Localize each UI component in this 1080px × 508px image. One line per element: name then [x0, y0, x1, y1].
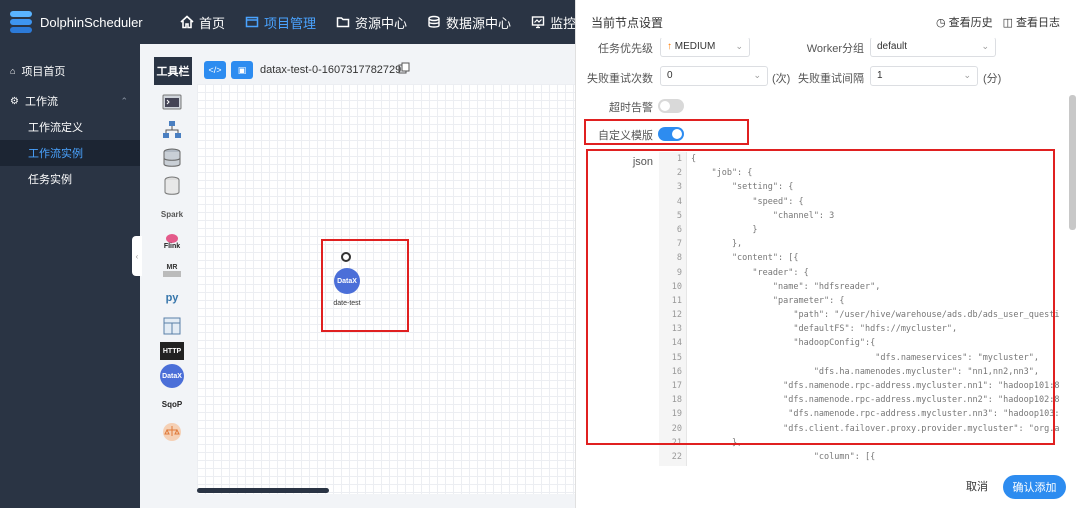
nav-datasource[interactable]: 数据源中心 — [417, 0, 521, 44]
highlight-box-json — [586, 149, 1055, 445]
horizontal-scrollbar[interactable] — [197, 488, 329, 493]
sidebar-item-workflow-definition[interactable]: 工作流定义 — [0, 114, 140, 140]
tool-procedure-icon[interactable] — [160, 146, 184, 170]
code-view-button[interactable]: </> — [204, 61, 226, 79]
workflow-name: datax-test-0-1607317782729 — [260, 64, 402, 76]
chevron-down-icon: ⌄ — [735, 41, 743, 51]
folder-icon — [336, 17, 350, 28]
node-label: date-test — [333, 300, 361, 307]
nav-home[interactable]: 首页 — [170, 0, 235, 44]
sidebar-item-task-instance[interactable]: 任务实例 — [0, 166, 140, 192]
priority-select[interactable]: ↑ MEDIUM ⌄ — [660, 37, 750, 57]
worker-group-value: default — [877, 41, 908, 52]
chevron-down-icon: ⌄ — [753, 70, 761, 80]
tool-sqoop-icon[interactable]: SqoP — [160, 392, 184, 416]
retry-times-unit: (次) — [772, 73, 791, 85]
tool-subprocess-icon[interactable] — [160, 118, 184, 142]
tool-flink-icon[interactable]: Flink — [160, 230, 184, 254]
view-log-label: 查看日志 — [1016, 17, 1060, 29]
sidebar-item-label: 工作流 — [24, 96, 58, 108]
sidebar-item-label: 任务实例 — [28, 174, 72, 186]
retry-times-label: 失败重试次数 — [587, 73, 653, 85]
home-icon: ⌂ — [10, 66, 16, 76]
main-nav: 首页 项目管理 资源中心 数据源中心 监控中心 — [170, 0, 612, 44]
sidebar-item-label: 项目首页 — [21, 66, 66, 78]
tool-dependent-icon[interactable] — [160, 314, 184, 338]
view-log-button[interactable]: ◫ 查看日志 — [1003, 14, 1060, 30]
worker-group-label: Worker分组 — [806, 43, 864, 55]
gear-icon: ⚙ — [10, 95, 19, 107]
panel-title: 当前节点设置 — [591, 16, 664, 30]
retry-interval-value: 1 — [877, 70, 883, 81]
toolbar-title: 工具栏 — [154, 57, 192, 85]
chevron-down-icon: ⌄ — [981, 41, 989, 51]
priority-value: MEDIUM — [674, 41, 716, 52]
task-toolbar: Spark Flink MR py HTTP DataX SqoP — [160, 90, 190, 448]
line-number: 22 — [671, 451, 682, 462]
dolphin-logo-icon — [8, 9, 34, 35]
timeout-alert-label: 超时告警 — [609, 102, 653, 114]
log-icon: ◫ — [1002, 16, 1013, 29]
nav-resource-label: 资源中心 — [355, 15, 408, 31]
confirm-add-button[interactable]: 确认添加 — [1003, 475, 1066, 499]
tool-python-icon[interactable]: py — [160, 286, 184, 310]
chevron-down-icon: ⌄ — [963, 70, 971, 80]
monitor-icon — [531, 16, 545, 29]
datax-node-icon[interactable]: DataX — [334, 268, 360, 294]
cancel-button[interactable]: 取消 — [966, 478, 988, 494]
panel-actions: ◷ 查看历史 ◫ 查看日志 — [936, 14, 1060, 30]
custom-template-label: 自定义模版 — [598, 130, 653, 142]
history-icon: ◷ — [935, 16, 946, 29]
fullscreen-button[interactable]: ▣ — [231, 61, 253, 79]
dag-canvas-area: 工具栏 </> ▣ datax-test-0-1607317782729 Spa… — [140, 44, 575, 508]
vertical-scrollbar[interactable] — [1069, 95, 1076, 230]
nav-datasource-label: 数据源中心 — [446, 15, 512, 31]
retry-interval-label: 失败重试间隔 — [798, 73, 864, 85]
nav-home-label: 首页 — [199, 15, 226, 31]
close-icon[interactable] — [341, 252, 351, 262]
arrow-up-icon: ↑ — [667, 41, 672, 52]
view-history-button[interactable]: ◷ 查看历史 — [936, 14, 993, 30]
tool-sql-icon[interactable] — [160, 174, 184, 198]
tool-http-icon[interactable]: HTTP — [160, 342, 184, 360]
code-line: "column": [{ — [691, 451, 876, 462]
priority-label: 任务优先级 — [598, 43, 653, 55]
app-logo[interactable]: DolphinScheduler — [8, 9, 143, 35]
sidebar-item-workflow[interactable]: ⚙ 工作流 ⌃ — [0, 88, 140, 114]
timeout-alert-toggle[interactable] — [658, 99, 684, 113]
nav-project-label: 项目管理 — [264, 15, 317, 31]
retry-times-value: 0 — [667, 70, 673, 81]
view-history-label: 查看历史 — [948, 17, 993, 29]
sidebar-item-project-home[interactable]: ⌂ 项目首页 — [0, 58, 140, 84]
collapse-sidebar-handle[interactable]: ‹ — [132, 236, 142, 276]
custom-template-toggle[interactable] — [658, 127, 684, 141]
retry-times-select[interactable]: 0 ⌄ — [660, 66, 768, 86]
tool-conditions-icon[interactable] — [160, 420, 184, 444]
nav-resource[interactable]: 资源中心 — [326, 0, 417, 44]
tool-datax-icon[interactable]: DataX — [160, 364, 184, 388]
sidebar-item-workflow-instance[interactable]: 工作流实例 — [0, 140, 140, 166]
nav-project[interactable]: 项目管理 — [235, 0, 326, 44]
retry-interval-select[interactable]: 1 ⌄ — [870, 66, 978, 86]
worker-group-select[interactable]: default ⌄ — [870, 37, 996, 57]
sidebar-item-label: 工作流定义 — [28, 122, 83, 134]
tool-spark-icon[interactable]: Spark — [160, 202, 184, 226]
tool-shell-icon[interactable] — [160, 90, 184, 114]
retry-interval-unit: (分) — [983, 73, 1002, 85]
database-icon — [428, 15, 440, 28]
sidebar: ⌂ 项目首页 ⚙ 工作流 ⌃ 工作流定义 工作流实例 任务实例 — [0, 44, 140, 508]
app-name: DolphinScheduler — [40, 14, 143, 30]
sidebar-item-label: 工作流实例 — [28, 148, 83, 160]
project-icon — [245, 16, 259, 28]
home-icon — [180, 15, 194, 29]
chevron-up-icon: ⌃ — [120, 95, 128, 106]
tool-mr-icon[interactable]: MR — [160, 258, 184, 282]
copy-icon[interactable] — [398, 62, 410, 74]
